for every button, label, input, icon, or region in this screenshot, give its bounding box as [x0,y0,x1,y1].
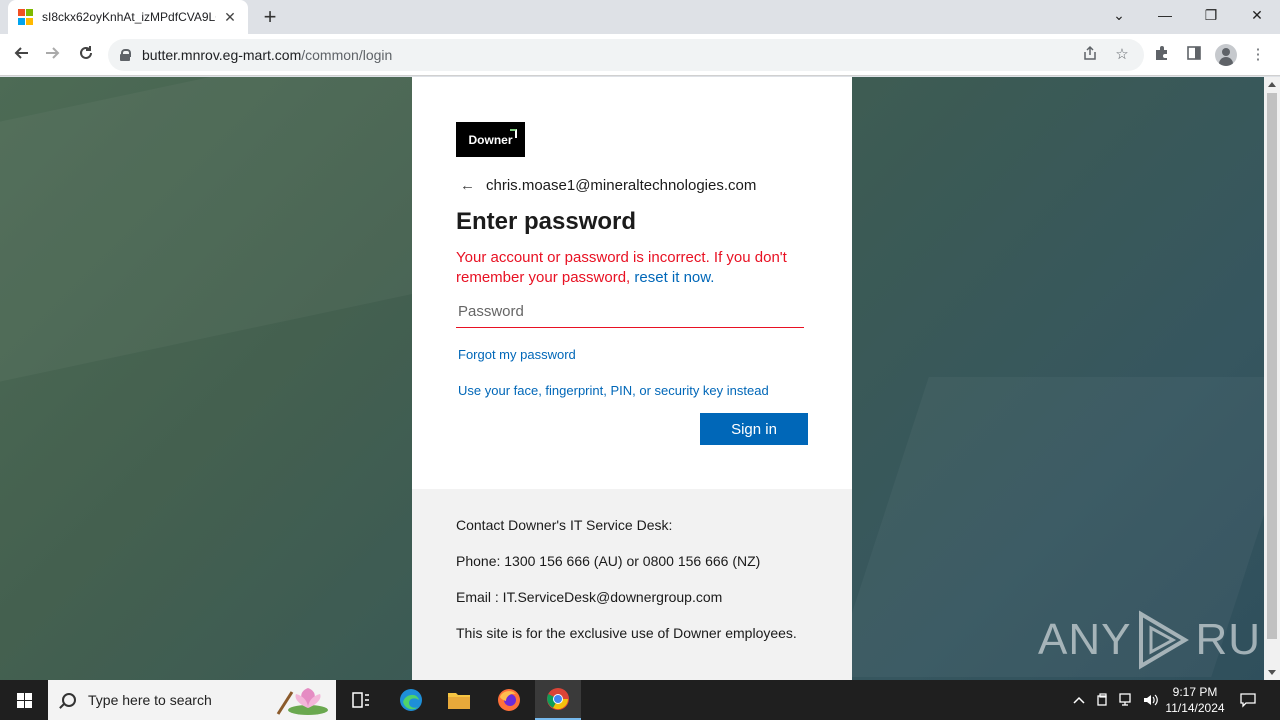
firefox-icon[interactable] [486,680,532,720]
meet-now-icon[interactable] [1092,680,1114,720]
password-input[interactable] [456,296,804,328]
page-viewport: Downer ← chris.moase1@mineraltechnologie… [0,77,1264,680]
search-icon [62,693,76,707]
identity-banner: ← chris.moase1@mineraltechnologies.com [456,177,808,194]
minimize-button[interactable]: — [1142,0,1188,30]
reload-icon[interactable] [73,42,99,68]
search-highlight-icon [276,688,328,715]
start-button[interactable] [0,680,48,720]
error-message: Your account or password is incorrect. I… [456,249,787,286]
chrome-icon[interactable] [535,680,581,720]
tab-title: sI8ckx62oyKnhAt_izMPdfCVA9LC [42,10,216,24]
windows-logo-icon [16,692,32,708]
menu-kebab-icon[interactable]: ⋮ [1248,45,1268,65]
tab-close-icon[interactable]: ✕ [222,9,238,25]
restore-button[interactable]: ❐ [1188,0,1234,30]
share-icon[interactable] [1080,45,1100,65]
anyrun-watermark: ANY RUN [1038,610,1264,670]
footer-disclaimer: This site is for the exclusive use of Do… [456,625,797,641]
back-arrow-icon[interactable]: ← [460,177,478,194]
clock-time: 9:17 PM [1172,685,1218,699]
vertical-scrollbar[interactable] [1264,77,1280,680]
footer-contact-heading: Contact Downer's IT Service Desk: [456,517,673,533]
bookmark-star-icon[interactable]: ☆ [1112,45,1132,65]
footer-phone: Phone: 1300 156 666 (AU) or 0800 156 666… [456,553,761,569]
page-title: Enter password [456,208,637,235]
file-explorer-icon[interactable] [436,680,482,720]
extensions-icon[interactable] [1152,45,1172,65]
network-icon[interactable] [1116,680,1138,720]
windows-taskbar: Type here to search 9:17 PM 11/14/2024 [0,680,1280,720]
scrollbar-thumb[interactable] [1267,93,1277,639]
support-footer: Contact Downer's IT Service Desk: Phone:… [412,489,852,680]
edge-icon[interactable] [388,680,434,720]
reset-password-link[interactable]: reset it now. [634,269,714,286]
sign-in-button[interactable]: Sign in [700,413,808,445]
volume-icon[interactable] [1140,680,1162,720]
address-bar[interactable]: butter.mnrov.eg-mart.com/common/login ☆ [108,39,1144,71]
url-text[interactable]: butter.mnrov.eg-mart.com/common/login [142,47,392,63]
lock-icon[interactable] [120,49,131,61]
back-icon[interactable] [8,42,34,68]
taskbar-search-box[interactable]: Type here to search [48,680,336,720]
close-window-button[interactable]: ✕ [1234,0,1280,30]
task-view-icon[interactable] [338,680,384,720]
side-panel-icon[interactable] [1184,45,1204,65]
tab-strip: sI8ckx62oyKnhAt_izMPdfCVA9LC ✕ + ⌄ — ❐ ✕ [0,0,1280,34]
notifications-icon[interactable] [1236,680,1260,720]
tab-search-chevron-icon[interactable]: ⌄ [1096,0,1142,30]
forgot-password-link[interactable]: Forgot my password [458,347,808,362]
tray-overflow-chevron-icon[interactable] [1068,680,1090,720]
profile-avatar-icon[interactable] [1215,44,1237,66]
play-logo-icon [1139,610,1190,670]
account-email: chris.moase1@mineraltechnologies.com [486,177,757,194]
scroll-up-icon[interactable] [1268,82,1276,87]
taskbar-clock[interactable]: 9:17 PM 11/14/2024 [1160,684,1230,716]
new-tab-button[interactable]: + [258,5,282,29]
login-card: Downer ← chris.moase1@mineraltechnologie… [412,77,852,489]
browser-toolbar: butter.mnrov.eg-mart.com/common/login ☆ … [0,34,1280,76]
downer-logo: Downer [456,122,525,157]
forward-icon[interactable] [40,42,66,68]
clock-date: 11/14/2024 [1165,701,1225,715]
background-facet [0,77,420,382]
microsoft-icon [18,9,34,25]
search-placeholder: Type here to search [88,692,212,708]
browser-tab[interactable]: sI8ckx62oyKnhAt_izMPdfCVA9LC ✕ [8,0,248,34]
alternate-signin-link[interactable]: Use your face, fingerprint, PIN, or secu… [458,383,808,398]
footer-email: Email : IT.ServiceDesk@downergroup.com [456,589,723,605]
scroll-down-icon[interactable] [1268,670,1276,675]
